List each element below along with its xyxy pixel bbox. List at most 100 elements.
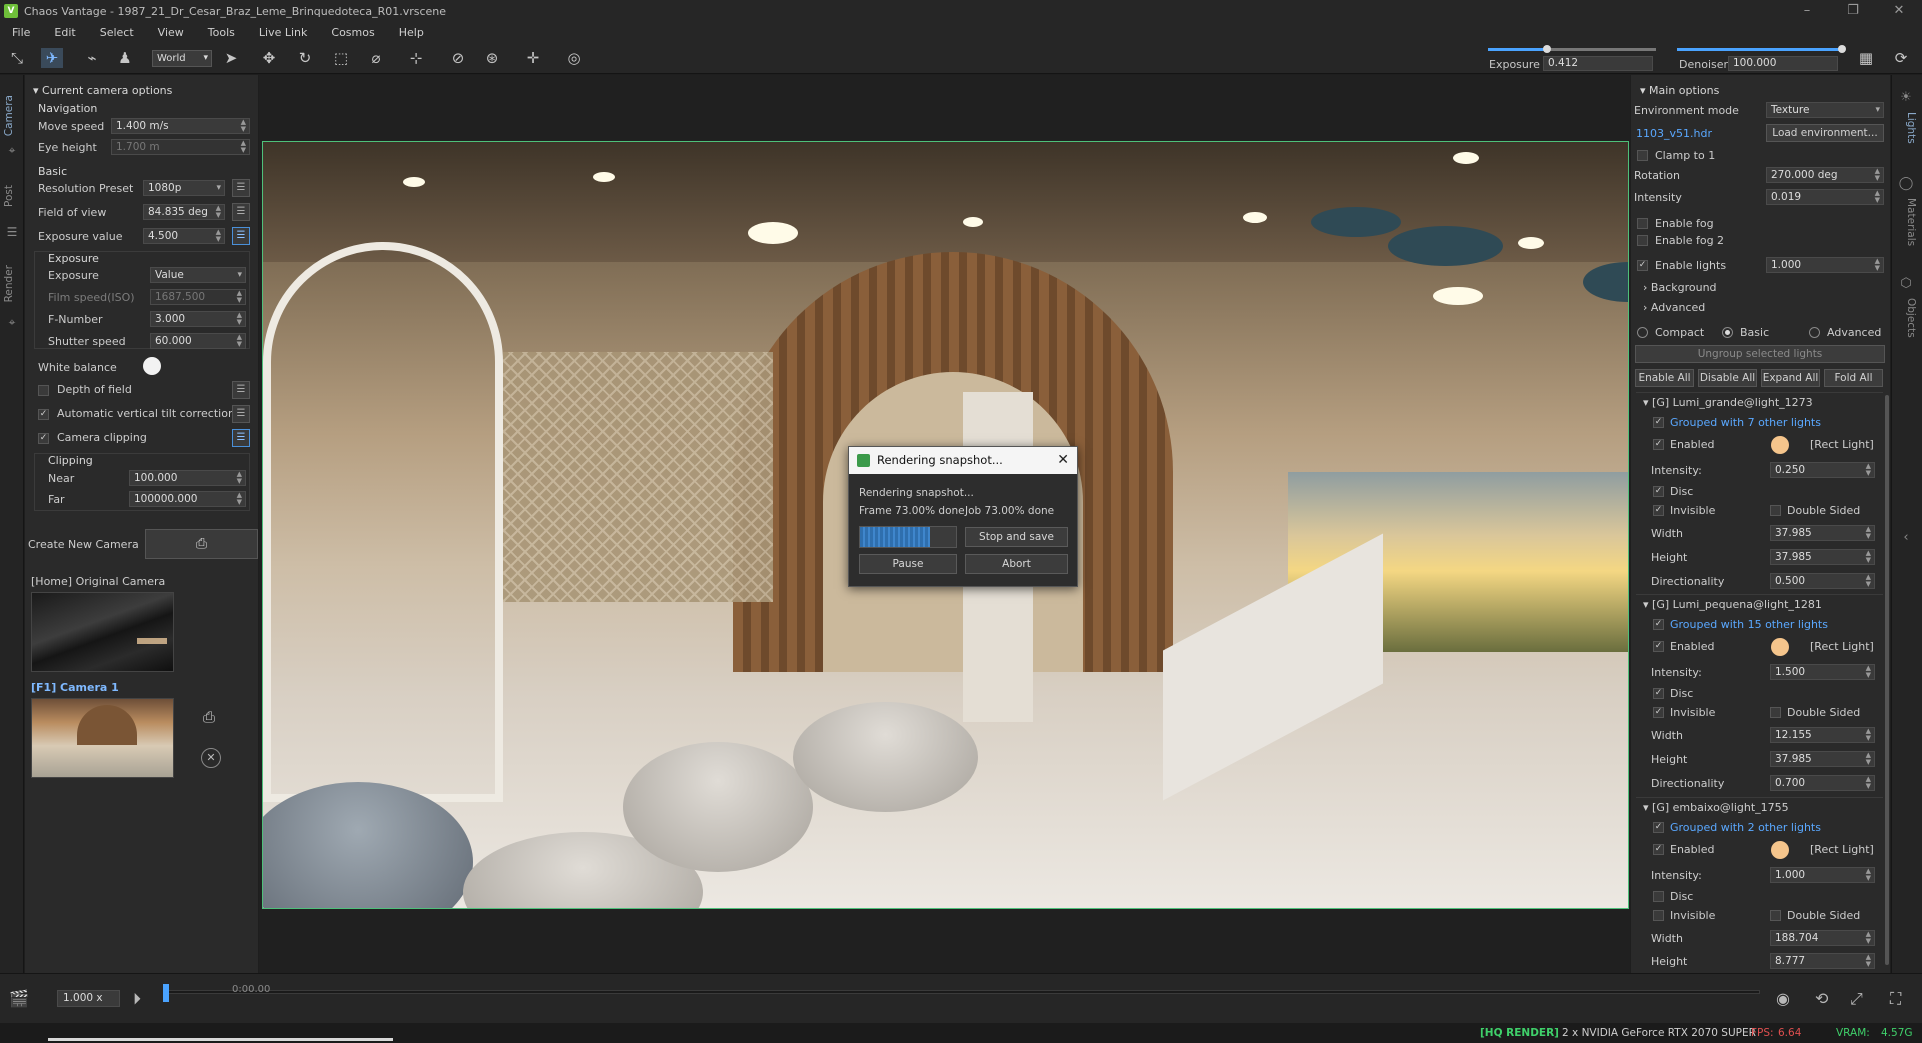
play-icon[interactable]: ⏵ — [133, 989, 141, 1009]
advanced-radio[interactable] — [1809, 327, 1820, 338]
advanced-expander[interactable]: › Advanced — [1643, 301, 1705, 314]
camera-mode-icon[interactable]: ⤡ — [6, 48, 28, 68]
enable-lights-checkbox[interactable]: ✓ — [1637, 260, 1648, 271]
group-2-height-spinner-icon[interactable]: ▲ ▼ — [1866, 752, 1871, 766]
fov-options-button[interactable]: ☰ — [232, 203, 250, 221]
group-3-double-sided-checkbox[interactable] — [1770, 910, 1781, 921]
exposure-slider[interactable] — [1488, 45, 1656, 53]
focus-point-icon[interactable]: ✛ — [522, 48, 544, 68]
dof-options-button[interactable]: ☰ — [232, 381, 250, 399]
group-2-intensity-field[interactable]: 1.500 ▲ ▼ — [1770, 664, 1875, 680]
film-speed-spinner-icon[interactable]: ▲ ▼ — [237, 290, 242, 304]
exposure-slider-knob[interactable] — [1542, 45, 1551, 53]
tab-objects[interactable]: Objects — [1895, 298, 1917, 338]
tab-camera[interactable]: Camera — [3, 95, 21, 136]
playback-speed-field[interactable]: 1.000 x — [57, 990, 120, 1007]
shutter-field[interactable]: 60.000 ▲ ▼ — [150, 333, 246, 349]
group-2-directionality-spinner-icon[interactable]: ▲ ▼ — [1866, 776, 1871, 790]
menu-file[interactable]: File — [12, 26, 30, 39]
group-3-intensity-spinner-icon[interactable]: ▲ ▼ — [1866, 868, 1871, 882]
fog-checkbox[interactable] — [1637, 218, 1648, 229]
menu-help[interactable]: Help — [399, 26, 424, 39]
camera-home-thumbnail[interactable] — [31, 592, 174, 672]
group-3-disc-checkbox[interactable] — [1653, 891, 1664, 902]
resolution-options-button[interactable]: ☰ — [232, 179, 250, 197]
refresh-icon[interactable]: ⟳ — [1890, 48, 1912, 68]
group-2-width-field[interactable]: 12.155 ▲ ▼ — [1770, 727, 1875, 743]
material-picker-icon[interactable]: ⊛ — [481, 48, 503, 68]
rotation-field[interactable]: 270.000 deg ▲ ▼ — [1766, 167, 1884, 183]
denoiser-slider-knob[interactable] — [1838, 45, 1846, 53]
compact-radio[interactable] — [1637, 327, 1648, 338]
fov-field[interactable]: 84.835 deg ▲ ▼ — [143, 204, 225, 220]
dof-checkbox[interactable] — [38, 385, 49, 396]
group-1-intensity-field[interactable]: 0.250 ▲ ▼ — [1770, 462, 1875, 478]
group-2-enabled-checkbox[interactable]: ✓ — [1653, 641, 1664, 652]
clipping-checkbox[interactable]: ✓ — [38, 433, 49, 444]
env-intensity-field[interactable]: 0.019 ▲ ▼ — [1766, 189, 1884, 205]
enable-lights-spinner-icon[interactable]: ▲ ▼ — [1875, 258, 1880, 272]
group-1-height-field[interactable]: 37.985 ▲ ▼ — [1770, 549, 1875, 565]
group-2-height-field[interactable]: 37.985 ▲ ▼ — [1770, 751, 1875, 767]
delete-camera-icon[interactable]: ✕ — [201, 748, 221, 768]
menu-edit[interactable]: Edit — [54, 26, 75, 39]
load-environment-button[interactable]: Load environment... — [1766, 124, 1884, 142]
group-2-color-swatch[interactable] — [1771, 638, 1789, 656]
camera-options-header[interactable]: ▾ Current camera options — [33, 84, 172, 97]
group-3-invisible-checkbox[interactable] — [1653, 910, 1664, 921]
expand-view-icon[interactable]: ⤢ — [1850, 989, 1863, 1009]
collapse-panel-icon[interactable]: ‹ — [1898, 530, 1914, 546]
layout-icon[interactable]: ▦ — [1855, 48, 1877, 68]
denoiser-field[interactable]: 100.000 — [1728, 56, 1838, 71]
lights-scrollbar[interactable] — [1885, 395, 1889, 965]
clamp-checkbox[interactable] — [1637, 150, 1648, 161]
expand-all-button[interactable]: Expand All — [1761, 369, 1820, 387]
palette-icon[interactable]: ◎ — [563, 48, 585, 68]
menu-tools[interactable]: Tools — [208, 26, 235, 39]
film-speed-field[interactable]: 1687.500 ▲ ▼ — [150, 289, 246, 305]
inspect-tool-icon[interactable]: ⊘ — [447, 48, 469, 68]
near-field[interactable]: 100.000 ▲ ▼ — [129, 470, 246, 486]
white-balance-swatch[interactable] — [143, 357, 161, 375]
exposure-options-button[interactable]: ☰ — [232, 227, 250, 245]
abort-button[interactable]: Abort — [965, 554, 1068, 574]
group-3-height-spinner-icon[interactable]: ▲ ▼ — [1866, 954, 1871, 968]
move-tool-icon[interactable]: ✥ — [258, 48, 280, 68]
fnumber-spinner-icon[interactable]: ▲ ▼ — [237, 312, 242, 326]
group-1-color-swatch[interactable] — [1771, 436, 1789, 454]
light-group-3-header[interactable]: ▾ [G] embaixo@light_1755 — [1643, 801, 1789, 814]
menu-live-link[interactable]: Live Link — [259, 26, 308, 39]
enable-lights-field[interactable]: 1.000 ▲ ▼ — [1766, 257, 1884, 273]
group-1-grouped-checkbox[interactable]: ✓ — [1653, 417, 1664, 428]
group-1-directionality-field[interactable]: 0.500 ▲ ▼ — [1770, 573, 1875, 589]
group-1-enabled-checkbox[interactable]: ✓ — [1653, 439, 1664, 450]
basic-radio[interactable] — [1722, 327, 1733, 338]
create-camera-button[interactable]: ⎙ — [145, 529, 258, 559]
move-speed-spinner-icon[interactable]: ▲ ▼ — [241, 119, 246, 133]
select-tool-icon[interactable]: ➤ — [220, 48, 242, 68]
rotation-spinner-icon[interactable]: ▲ ▼ — [1875, 168, 1880, 182]
animation-icon[interactable]: 🎬 — [9, 989, 29, 1008]
ungroup-lights-button[interactable]: Ungroup selected lights — [1635, 345, 1885, 363]
env-mode-select[interactable]: Texture — [1766, 102, 1884, 118]
disable-all-button[interactable]: Disable All — [1698, 369, 1757, 387]
minimize-icon[interactable]: – — [1784, 0, 1830, 22]
dialog-close-icon[interactable]: ✕ — [1057, 447, 1069, 474]
pivot-tool-icon[interactable]: ⊹ — [405, 48, 427, 68]
camera-1-thumbnail[interactable] — [31, 698, 174, 778]
denoiser-slider[interactable] — [1677, 45, 1846, 53]
group-1-height-spinner-icon[interactable]: ▲ ▼ — [1866, 550, 1871, 564]
group-1-intensity-spinner-icon[interactable]: ▲ ▼ — [1866, 463, 1871, 477]
menu-cosmos[interactable]: Cosmos — [331, 26, 374, 39]
scale-tool-icon[interactable]: ⬚ — [330, 48, 352, 68]
hdr-file-link[interactable]: 1103_v51.hdr — [1636, 127, 1712, 140]
group-3-width-field[interactable]: 188.704 ▲ ▼ — [1770, 930, 1875, 946]
group-3-enabled-checkbox[interactable]: ✓ — [1653, 844, 1664, 855]
env-intensity-spinner-icon[interactable]: ▲ ▼ — [1875, 190, 1880, 204]
group-2-intensity-spinner-icon[interactable]: ▲ ▼ — [1866, 665, 1871, 679]
far-field[interactable]: 100000.000 ▲ ▼ — [129, 491, 246, 507]
fullscreen-icon[interactable]: ⛶ — [1890, 989, 1901, 1009]
resolution-select[interactable]: 1080p — [143, 180, 225, 196]
group-1-disc-checkbox[interactable]: ✓ — [1653, 486, 1664, 497]
background-expander[interactable]: › Background — [1643, 281, 1717, 294]
